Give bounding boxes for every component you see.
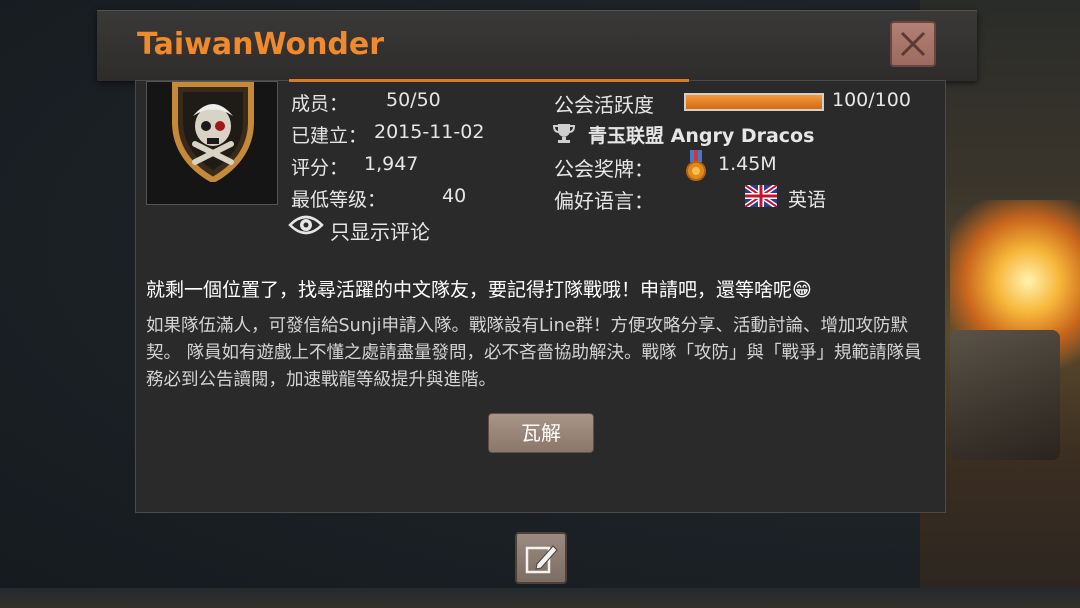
- close-button[interactable]: [890, 21, 936, 67]
- background-rock: [950, 330, 1060, 460]
- guild-emblem: [146, 81, 278, 205]
- alliance-label[interactable]: 青玉联盟 Angry Dracos: [588, 121, 814, 148]
- activity-bar-fill: [686, 95, 822, 109]
- members-label: 成员：: [291, 93, 349, 115]
- activity-bar: [684, 93, 824, 111]
- close-x-icon: [900, 31, 926, 57]
- skull-shield-emblem-icon: [172, 82, 254, 182]
- founded-value: 2015-11-02: [374, 121, 485, 143]
- language-value: 英语: [788, 189, 827, 211]
- guild-header: TaiwanWonder: [97, 10, 977, 81]
- medals-label: 公会奖牌：: [554, 157, 654, 181]
- eye-icon: [288, 215, 324, 235]
- activity-value: 100/100: [832, 89, 911, 111]
- guild-description: 如果隊伍滿人，可發信給Sunji申請入隊。戰隊設有Line群！方便攻略分享、活動…: [146, 316, 922, 390]
- view-comments-label: 只显示评论: [330, 220, 430, 244]
- activity-label: 公会活跃度: [554, 93, 654, 117]
- disband-button[interactable]: 瓦解: [488, 413, 594, 453]
- edit-pencil-icon: [525, 545, 558, 574]
- language-label: 偏好语言：: [554, 189, 654, 213]
- background-ground: [0, 588, 1080, 608]
- guild-name-title: TaiwanWonder: [137, 27, 385, 62]
- medals-value: 1.45M: [718, 153, 777, 175]
- uk-flag-icon: [745, 185, 777, 207]
- guild-info-panel: 成员： 50/50 已建立： 2015-11-02 评分： 1,947 最低等级…: [135, 79, 946, 513]
- edit-button[interactable]: [515, 532, 567, 584]
- trophy-icon: [552, 124, 576, 143]
- medal-icon: [686, 150, 706, 181]
- guild-tagline: 就剩一個位置了，找尋活躍的中文隊友，要記得打隊戰哦！申請吧，還等啥呢😁: [146, 279, 812, 301]
- header-accent-line: [289, 79, 689, 82]
- members-value: 50/50: [386, 89, 441, 111]
- min-level-label: 最低等级：: [291, 189, 387, 211]
- rating-value: 1,947: [364, 153, 419, 175]
- founded-label: 已建立：: [291, 125, 368, 147]
- min-level-value: 40: [442, 185, 467, 207]
- rating-label: 评分：: [291, 157, 349, 179]
